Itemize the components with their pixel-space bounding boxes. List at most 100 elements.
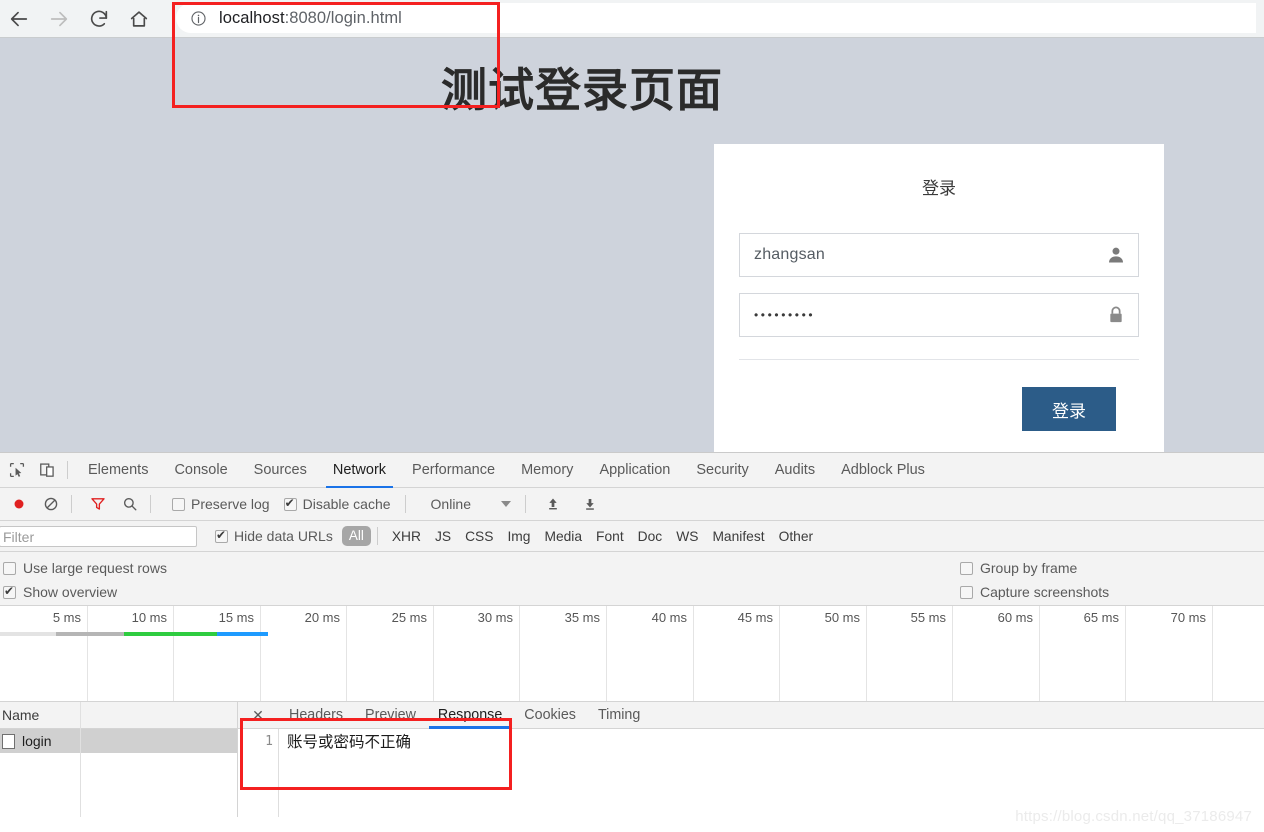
timeline-bar-waiting bbox=[123, 632, 218, 636]
response-tab-response[interactable]: Response bbox=[427, 702, 513, 729]
export-har-button[interactable] bbox=[576, 491, 603, 518]
preserve-log-option[interactable]: Preserve log bbox=[172, 496, 270, 512]
timeline-tick bbox=[1039, 606, 1040, 701]
password-value: ••••••••• bbox=[754, 308, 816, 322]
response-pane: ✕ Headers Preview Response Cookies Timin… bbox=[238, 702, 1264, 817]
user-icon bbox=[1109, 247, 1123, 263]
timeline-bar-queued bbox=[0, 632, 56, 636]
timeline-tick-label: 45 ms bbox=[737, 610, 773, 625]
table-row[interactable]: login bbox=[0, 729, 237, 753]
home-button[interactable] bbox=[124, 4, 154, 34]
disable-cache-checkbox[interactable] bbox=[283, 496, 297, 511]
response-tab-cookies[interactable]: Cookies bbox=[513, 702, 587, 729]
timeline-tick-label: 30 ms bbox=[477, 610, 513, 625]
address-bar[interactable]: localhost:8080/login.html bbox=[176, 3, 1256, 33]
line-number: 1 bbox=[265, 734, 273, 749]
inspect-element-button[interactable] bbox=[3, 457, 30, 484]
disable-cache-option[interactable]: Disable cache bbox=[283, 496, 391, 512]
filter-type-manifest[interactable]: Manifest bbox=[712, 529, 764, 544]
reload-button[interactable] bbox=[84, 4, 114, 34]
devtools-tab-application[interactable]: Application bbox=[586, 453, 683, 488]
login-card: 登录 zhangsan ••••••••• 登录 bbox=[714, 144, 1164, 452]
devtools-tabbar: Elements Console Sources Network Perform… bbox=[0, 453, 1264, 488]
timeline-tick bbox=[346, 606, 347, 701]
filter-type-js[interactable]: JS bbox=[435, 529, 451, 544]
response-body[interactable]: 1 账号或密码不正确 bbox=[238, 729, 1264, 817]
show-overview-label: Show overview bbox=[23, 584, 118, 600]
filter-type-img[interactable]: Img bbox=[507, 529, 530, 544]
filter-type-media[interactable]: Media bbox=[544, 529, 582, 544]
filter-type-css[interactable]: CSS bbox=[465, 529, 493, 544]
import-har-button[interactable] bbox=[539, 491, 566, 518]
network-overview[interactable]: 5 ms 10 ms 15 ms 20 ms 25 ms 30 ms 35 ms 40 ms 4… bbox=[0, 606, 1264, 702]
network-bottom: Name login ✕ Headers Preview Response Co… bbox=[0, 702, 1264, 817]
filter-type-other[interactable]: Other bbox=[779, 529, 814, 544]
devtools-tab-sources[interactable]: Sources bbox=[241, 453, 320, 488]
clear-button[interactable] bbox=[37, 491, 64, 518]
group-by-frame-option[interactable]: Group by frame bbox=[960, 560, 1077, 576]
devtools-tab-audits[interactable]: Audits bbox=[762, 453, 828, 488]
response-line-text: 账号或密码不正确 bbox=[287, 733, 412, 751]
watermark: https://blog.csdn.net/qq_37186947 bbox=[1015, 808, 1252, 825]
throttling-select[interactable]: Online bbox=[431, 496, 511, 512]
request-column-header[interactable]: Name bbox=[0, 702, 237, 729]
device-toolbar-button[interactable] bbox=[33, 457, 60, 484]
close-icon[interactable]: ✕ bbox=[238, 707, 278, 724]
filter-toggle-button[interactable] bbox=[84, 491, 111, 518]
password-field[interactable]: ••••••••• bbox=[739, 293, 1139, 337]
hide-data-urls-checkbox[interactable] bbox=[215, 528, 228, 543]
filter-input[interactable]: Filter bbox=[0, 525, 197, 547]
devtools-tab-network[interactable]: Network bbox=[320, 453, 399, 488]
hide-data-urls-label: Hide data URLs bbox=[234, 528, 333, 544]
hide-data-urls-option[interactable]: Hide data URLs bbox=[215, 528, 333, 544]
show-overview-checkbox[interactable] bbox=[3, 584, 16, 599]
devtools-panel: Elements Console Sources Network Perform… bbox=[0, 452, 1264, 832]
timeline-tick-label: 55 ms bbox=[910, 610, 946, 625]
filter-type-ws[interactable]: WS bbox=[676, 529, 698, 544]
use-large-rows-option[interactable]: Use large request rows bbox=[3, 560, 167, 576]
info-circle-icon[interactable] bbox=[190, 10, 207, 27]
address-bar-url[interactable]: localhost:8080/login.html bbox=[219, 9, 402, 28]
filter-type-xhr[interactable]: XHR bbox=[392, 529, 421, 544]
devtools-tab-performance[interactable]: Performance bbox=[399, 453, 508, 488]
show-overview-option[interactable]: Show overview bbox=[3, 584, 117, 600]
timeline-tick bbox=[606, 606, 607, 701]
devtools-tab-memory[interactable]: Memory bbox=[508, 453, 586, 488]
device-toggle-icon bbox=[39, 463, 54, 477]
timeline-bar-downloading bbox=[217, 632, 268, 636]
timeline-tick-label: 10 ms bbox=[131, 610, 167, 625]
throttling-value: Online bbox=[430, 496, 471, 512]
chevron-down-icon bbox=[501, 501, 511, 507]
response-tab-timing[interactable]: Timing bbox=[587, 702, 651, 729]
login-submit-button[interactable]: 登录 bbox=[1022, 387, 1116, 431]
devtools-tab-adblock-plus[interactable]: Adblock Plus bbox=[828, 453, 938, 488]
disable-cache-label: Disable cache bbox=[302, 496, 391, 512]
forward-button[interactable] bbox=[44, 4, 74, 34]
response-tab-headers[interactable]: Headers bbox=[278, 702, 354, 729]
filter-type-doc[interactable]: Doc bbox=[638, 529, 663, 544]
timeline-tick-label: 65 ms bbox=[1083, 610, 1119, 625]
search-button[interactable] bbox=[116, 491, 143, 518]
request-list: Name login bbox=[0, 702, 238, 817]
record-button[interactable] bbox=[5, 491, 32, 518]
capture-screenshots-checkbox[interactable] bbox=[960, 585, 973, 599]
reload-icon bbox=[90, 10, 108, 27]
filter-type-font[interactable]: Font bbox=[596, 529, 624, 544]
devtools-tab-security[interactable]: Security bbox=[683, 453, 761, 488]
devtools-tab-elements[interactable]: Elements bbox=[75, 453, 161, 488]
username-field[interactable]: zhangsan bbox=[739, 233, 1139, 277]
response-tab-preview[interactable]: Preview bbox=[354, 702, 427, 729]
group-by-frame-checkbox[interactable] bbox=[960, 561, 973, 575]
back-button[interactable] bbox=[4, 4, 34, 34]
devtools-tab-console[interactable]: Console bbox=[161, 453, 240, 488]
preserve-log-checkbox[interactable] bbox=[172, 497, 185, 511]
filter-type-all[interactable]: All bbox=[341, 526, 371, 546]
use-large-rows-checkbox[interactable] bbox=[3, 561, 16, 575]
capture-screenshots-option[interactable]: Capture screenshots bbox=[960, 584, 1109, 600]
page-title: 测试登录页面 bbox=[441, 63, 723, 117]
timeline-tick-label: 35 ms bbox=[564, 610, 600, 625]
timeline-tick-label: 60 ms bbox=[997, 610, 1033, 625]
preserve-log-label: Preserve log bbox=[191, 496, 270, 512]
timeline-tick bbox=[693, 606, 694, 701]
home-icon bbox=[130, 11, 148, 27]
